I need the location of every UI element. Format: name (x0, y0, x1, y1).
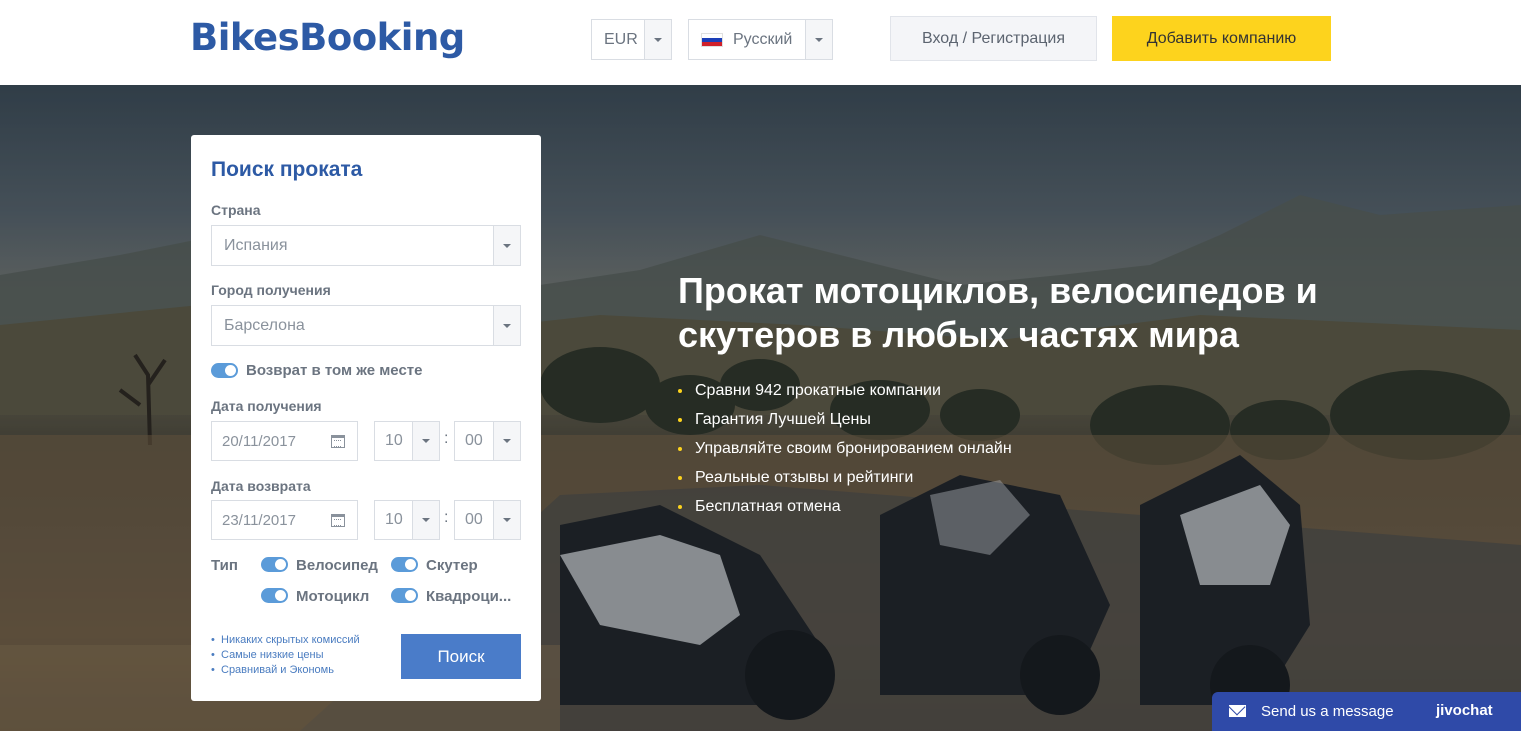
logo[interactable]: BikesBooking (190, 16, 465, 59)
return-date-label: Дата возврата (211, 478, 311, 494)
chevron-down-icon[interactable] (644, 20, 671, 59)
pickup-date-input[interactable]: 20/11/2017 (211, 421, 358, 461)
panel-title: Поиск проката (211, 158, 363, 181)
benefit-item: Гарантия Лучшей Цены (678, 405, 1012, 434)
russia-flag-icon (701, 32, 723, 47)
pickup-hour-value: 10 (385, 432, 403, 449)
calendar-icon (331, 434, 345, 448)
pickup-minute-value: 00 (465, 432, 483, 449)
chevron-down-icon[interactable] (493, 306, 520, 345)
country-value: Испания (224, 236, 288, 254)
return-minute-select[interactable]: 00 (454, 500, 521, 540)
city-value: Барселона (224, 316, 305, 334)
chevron-down-icon[interactable] (805, 20, 832, 59)
return-hour-select[interactable]: 10 (374, 500, 440, 540)
country-select[interactable]: Испания (211, 225, 521, 266)
quad-toggle[interactable] (391, 588, 418, 603)
pickup-date-label: Дата получения (211, 398, 322, 414)
chevron-down-icon[interactable] (493, 501, 520, 539)
return-date-value: 23/11/2017 (222, 511, 296, 529)
chevron-down-icon[interactable] (412, 501, 439, 539)
benefit-item: Сравни 942 прокатные компании (678, 376, 1012, 405)
add-company-button[interactable]: Добавить компанию (1112, 16, 1331, 61)
scooter-toggle[interactable] (391, 557, 418, 572)
benefit-item: Управляйте своим бронированием онлайн (678, 434, 1012, 463)
currency-value: EUR (604, 30, 638, 48)
language-select[interactable]: Русский (688, 19, 833, 60)
benefit-item: Реальные отзывы и рейтинги (678, 463, 1012, 492)
pickup-minute-select[interactable]: 00 (454, 421, 521, 461)
return-hour-value: 10 (385, 511, 403, 528)
hero-headline: Прокат мотоциклов, велосипедов и скутеро… (678, 270, 1318, 355)
perk-item: Сравнивай и Экономь (211, 663, 360, 678)
benefit-item: Бесплатная отмена (678, 492, 1012, 521)
same-return-toggle[interactable] (211, 363, 238, 378)
bicycle-label: Велосипед (296, 557, 378, 574)
type-label: Тип (211, 557, 238, 574)
chat-label: Send us a message (1261, 703, 1394, 720)
return-minute-value: 00 (465, 511, 483, 528)
scooter-label: Скутер (426, 557, 478, 574)
envelope-icon (1229, 705, 1246, 717)
country-label: Страна (211, 202, 261, 218)
chevron-down-icon[interactable] (412, 422, 439, 460)
search-button[interactable]: Поиск (401, 634, 521, 679)
motorcycle-label: Мотоцикл (296, 588, 370, 605)
perk-item: Самые низкие цены (211, 648, 360, 663)
pickup-hour-select[interactable]: 10 (374, 421, 440, 461)
chevron-down-icon[interactable] (493, 226, 520, 265)
perks-list: Никаких скрытых комиссий Самые низкие це… (211, 633, 360, 678)
quad-label: Квадроци... (426, 588, 512, 605)
motorcycle-toggle[interactable] (261, 588, 288, 603)
currency-select[interactable]: EUR (591, 19, 672, 60)
site-header: BikesBooking EUR Русский Вход / Регистра… (0, 0, 1521, 85)
chat-widget[interactable]: Send us a message jivochat (1212, 692, 1521, 731)
login-button[interactable]: Вход / Регистрация (890, 16, 1097, 61)
return-date-input[interactable]: 23/11/2017 (211, 500, 358, 540)
bicycle-toggle[interactable] (261, 557, 288, 572)
pickup-date-value: 20/11/2017 (222, 432, 296, 450)
city-select[interactable]: Барселона (211, 305, 521, 346)
benefits-list: Сравни 942 прокатные компании Гарантия Л… (678, 376, 1012, 521)
language-value: Русский (733, 30, 793, 48)
calendar-icon (331, 513, 345, 527)
hero-section: Прокат мотоциклов, велосипедов и скутеро… (0, 85, 1521, 731)
chevron-down-icon[interactable] (493, 422, 520, 460)
search-panel: Поиск проката Страна Испания Город получ… (191, 135, 541, 701)
same-return-label: Возврат в том же месте (246, 362, 423, 379)
city-label: Город получения (211, 282, 331, 298)
perk-item: Никаких скрытых комиссий (211, 633, 360, 648)
chat-brand: jivochat (1436, 702, 1493, 719)
